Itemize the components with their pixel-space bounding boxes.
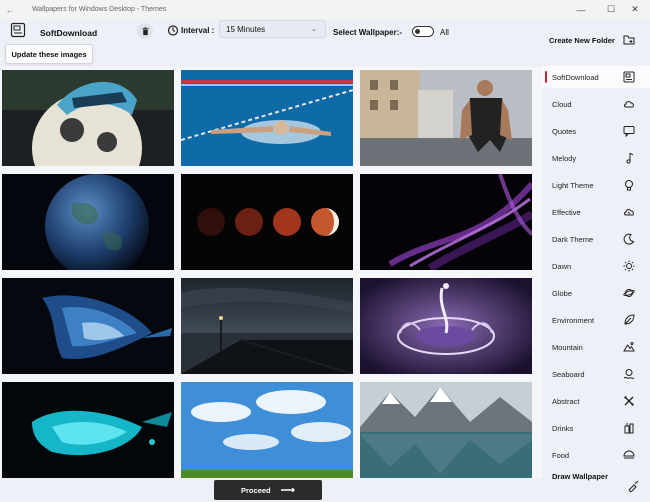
window-title: Wallpapers for Windows Desktop - Themes	[32, 6, 167, 13]
category-melody[interactable]: Melody	[542, 147, 650, 169]
wallpaper-thumbnail-runner[interactable]	[360, 70, 532, 166]
category-dawn[interactable]: Dawn	[542, 255, 650, 277]
wallpaper-thumbnail-pier[interactable]	[181, 278, 353, 374]
toggle-knob	[415, 29, 420, 34]
water-splash-photo	[360, 278, 532, 374]
category-label: Environment	[552, 315, 595, 325]
category-effective[interactable]: Effective	[542, 201, 650, 223]
update-images-button[interactable]: Update these images	[5, 44, 93, 64]
category-label: Dawn	[552, 261, 572, 271]
pier-photo	[181, 278, 353, 374]
category-label: Effective	[552, 207, 581, 217]
wallpaper-grid	[0, 67, 542, 478]
back-arrow-icon[interactable]: ←	[0, 5, 20, 15]
arrow-right-icon: ⟶	[280, 484, 295, 496]
runner-photo	[360, 70, 532, 166]
wallpaper-thumbnail-swimmer[interactable]	[181, 70, 353, 166]
quote-icon	[623, 126, 635, 137]
mountain-lake-photo	[360, 382, 532, 478]
title-bar: ← Wallpapers for Windows Desktop - Theme…	[0, 0, 650, 19]
paint-brush-icon[interactable]	[627, 480, 639, 492]
category-label: Cloud	[552, 99, 572, 109]
category-label: Seaboard	[552, 369, 585, 379]
seaboard-icon	[623, 369, 635, 379]
proceed-button[interactable]: Proceed ⟶	[214, 480, 322, 500]
category-globe[interactable]: Globe	[542, 282, 650, 304]
category-seaboard[interactable]: Seaboard	[542, 363, 650, 385]
category-drinks[interactable]: Drinks	[542, 417, 650, 439]
wallpaper-thumbnail-mountain-lake[interactable]	[360, 382, 532, 478]
category-mountain[interactable]: Mountain	[542, 336, 650, 358]
leaf-icon	[624, 314, 635, 325]
moon-icon	[623, 233, 635, 245]
sun-icon	[623, 260, 635, 272]
effect-icon	[624, 209, 634, 216]
category-label: Dark Theme	[552, 234, 594, 244]
category-dark-theme[interactable]: Dark Theme	[542, 228, 650, 250]
category-softdownload[interactable]: SoftDownload	[542, 66, 650, 88]
minimize-button[interactable]: —	[566, 0, 596, 19]
category-light-theme[interactable]: Light Theme	[542, 174, 650, 196]
new-folder-icon[interactable]	[623, 34, 635, 46]
category-label: Light Theme	[552, 180, 594, 190]
folder-image-icon	[623, 71, 635, 83]
category-environment[interactable]: Environment	[542, 309, 650, 331]
mountain-icon	[623, 342, 635, 352]
wallpaper-thumbnail-soccer[interactable]	[2, 70, 174, 166]
abstract-icon	[624, 396, 634, 406]
food-icon	[623, 450, 635, 459]
category-label: Food	[552, 450, 570, 460]
create-folder-label[interactable]: Create New Folder	[549, 36, 615, 45]
cloud-icon	[624, 101, 634, 108]
lightbulb-icon	[625, 180, 633, 191]
select-wallpaper-label: Select Wallpaper:-	[333, 28, 403, 37]
blue-paint-splash-photo	[2, 278, 174, 374]
lunar-phases-photo	[181, 174, 353, 270]
wallpaper-thumbnail-blue-sky[interactable]	[181, 382, 353, 478]
soccer-ball-photo	[2, 70, 174, 166]
toolbar: SoftDownload Interval : 15 Minutes ⌄ Sel…	[0, 19, 650, 67]
category-label: Globe	[552, 288, 573, 298]
category-label: SoftDownload	[552, 72, 599, 82]
category-cloud[interactable]: Cloud	[542, 93, 650, 115]
draw-wallpaper-label[interactable]: Draw Wallpaper	[552, 472, 608, 481]
interval-value: 15 Minutes	[226, 24, 266, 34]
category-label: Quotes	[552, 126, 577, 136]
wallpaper-thumbnail-blue-splash[interactable]	[2, 278, 174, 374]
earth-photo	[2, 174, 174, 270]
wallpaper-thumbnail-lunar-phases[interactable]	[181, 174, 353, 270]
blue-sky-photo	[181, 382, 353, 478]
drinks-icon	[624, 423, 634, 434]
interval-dropdown[interactable]: 15 Minutes ⌄	[219, 20, 326, 38]
chevron-down-icon: ⌄	[311, 26, 317, 33]
swimmer-photo	[181, 70, 353, 166]
category-label: Mountain	[552, 342, 583, 352]
proceed-label: Proceed	[241, 485, 271, 495]
cyan-ink-photo	[2, 382, 174, 478]
category-label: Abstract	[552, 396, 580, 406]
close-button[interactable]: ✕	[620, 0, 650, 19]
trash-icon	[141, 26, 149, 35]
category-sidebar: SoftDownload Cloud Quotes Melody Light T…	[542, 64, 650, 502]
music-note-icon	[626, 152, 634, 164]
timer-icon	[167, 25, 179, 36]
folder-image-icon	[10, 22, 26, 38]
category-label: Melody	[552, 153, 577, 163]
category-food[interactable]: Food	[542, 444, 650, 466]
wallpaper-thumbnail-cyan-ink[interactable]	[2, 382, 174, 478]
category-abstract[interactable]: Abstract	[542, 390, 650, 412]
planet-icon	[623, 289, 635, 297]
wallpaper-thumbnail-earth[interactable]	[2, 174, 174, 270]
wallpaper-thumbnail-water-splash[interactable]	[360, 278, 532, 374]
delete-button[interactable]	[137, 23, 153, 39]
wallpaper-thumbnail-purple-smoke[interactable]	[360, 174, 532, 270]
select-all-toggle[interactable]	[412, 26, 434, 37]
interval-label: Interval :	[181, 26, 215, 35]
category-quotes[interactable]: Quotes	[542, 120, 650, 142]
all-label: All	[440, 28, 449, 37]
category-label: Drinks	[552, 423, 574, 433]
purple-smoke-photo	[360, 174, 532, 270]
current-folder-name: SoftDownload	[40, 28, 98, 38]
